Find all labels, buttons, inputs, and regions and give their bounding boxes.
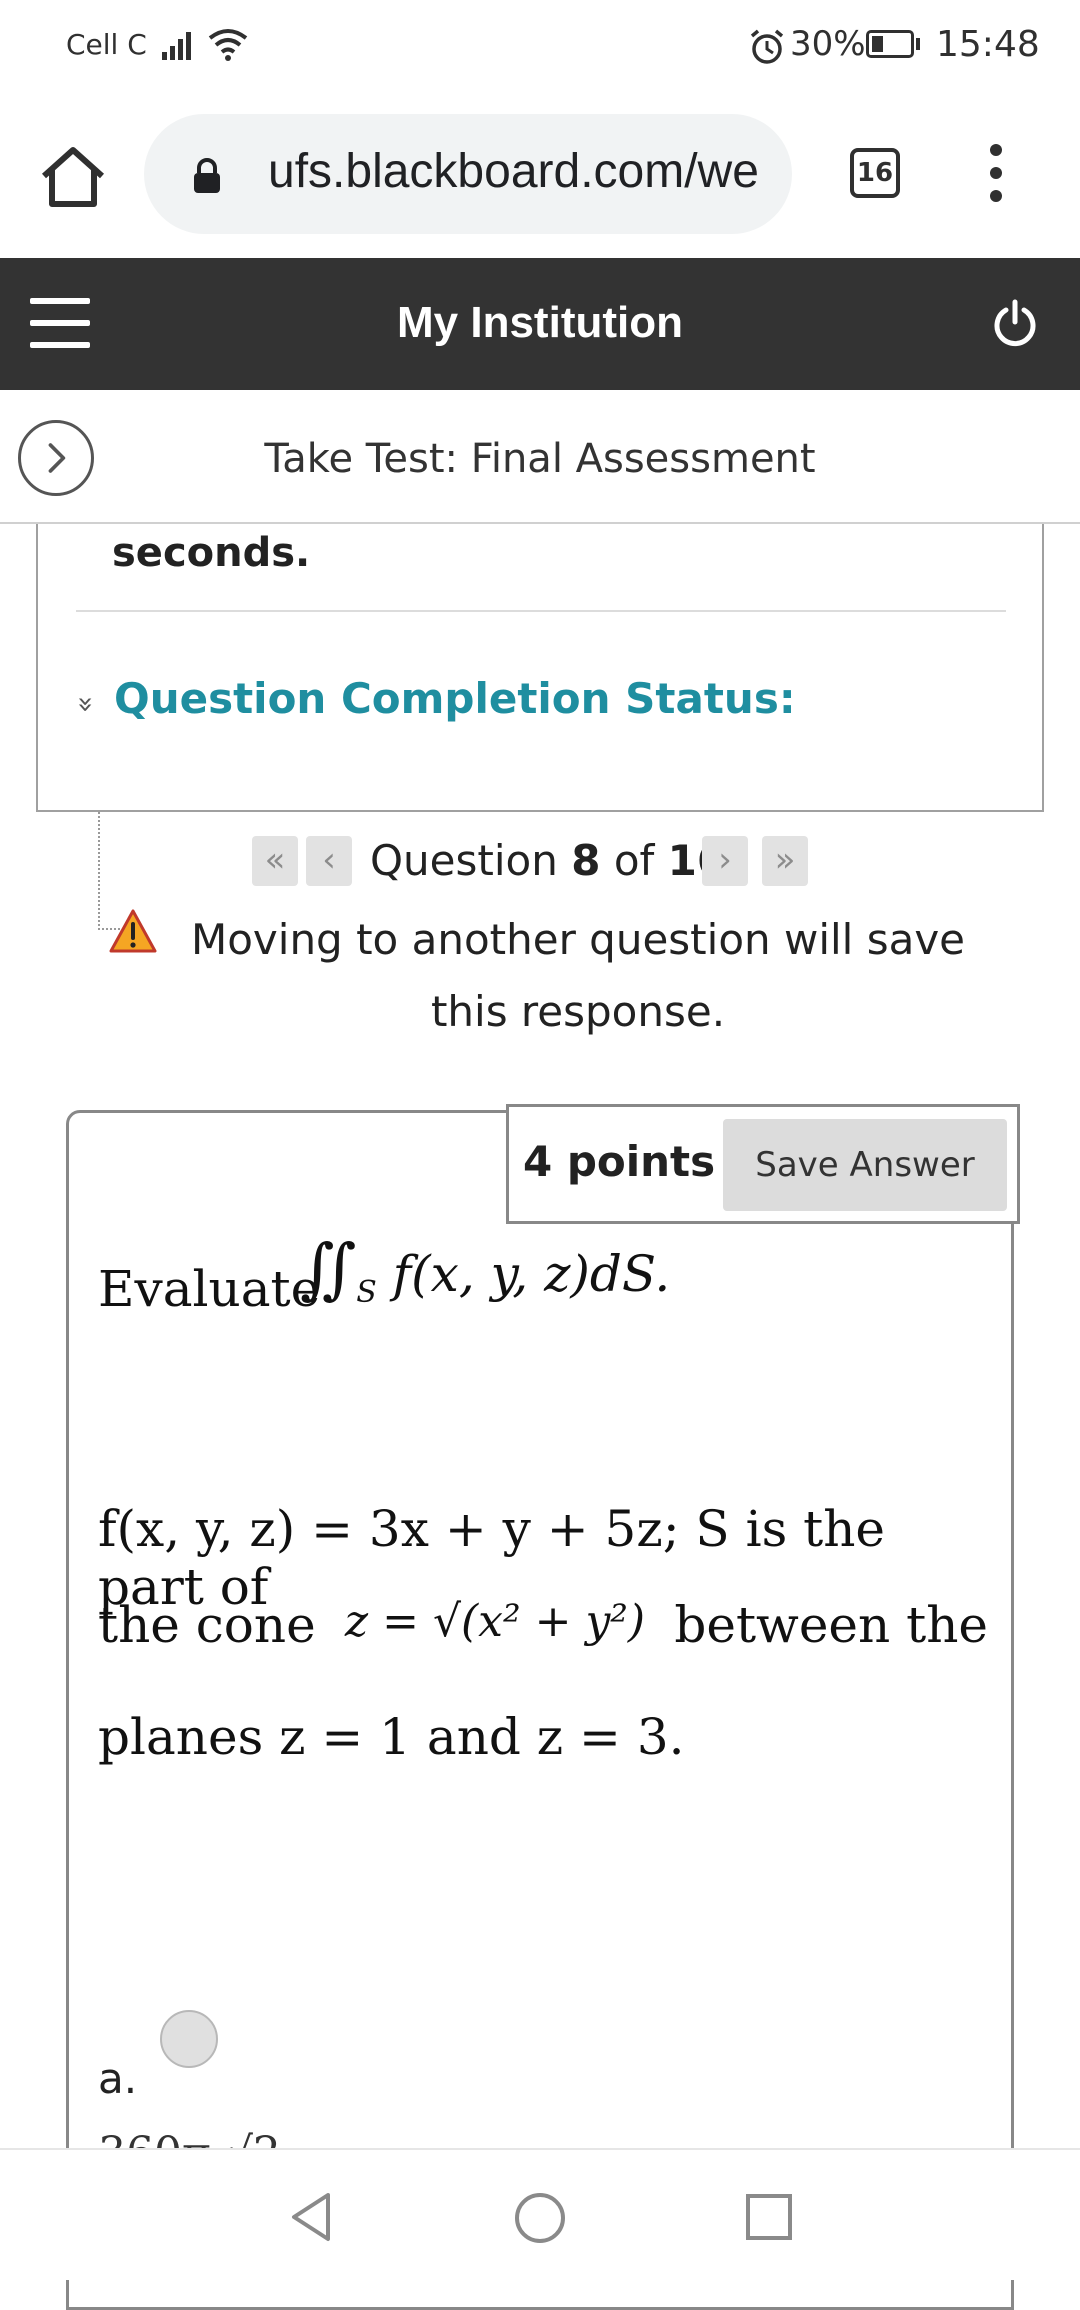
previous-question-button[interactable]: ‹	[306, 836, 352, 886]
clock-time: 15:48	[936, 24, 1040, 65]
connector-line	[98, 812, 102, 930]
problem-cone: the cone z = √(x² + y²) between the	[98, 1596, 988, 1654]
question-counter: Question 8 of 16	[370, 836, 726, 885]
signal-icon	[162, 32, 191, 60]
battery-icon	[866, 30, 914, 58]
question-completion-status-toggle[interactable]: Question Completion Status:	[114, 674, 796, 723]
current-question-number: 8	[571, 836, 601, 885]
power-icon[interactable]	[990, 298, 1040, 350]
points-label: 4 points	[523, 1137, 716, 1186]
answer-a-radio[interactable]	[160, 2010, 218, 2068]
first-question-button[interactable]: «	[252, 836, 298, 886]
integral-sign: ∬	[300, 1230, 357, 1307]
hamburger-menu-icon[interactable]	[30, 298, 90, 348]
timer-text: seconds.	[112, 530, 311, 576]
question-prefix: Question	[370, 836, 558, 885]
institution-title: My Institution	[397, 298, 683, 347]
institution-header: My Institution	[0, 258, 1080, 390]
test-header: Take Test: Final Assessment	[0, 390, 1080, 524]
tab-switcher-button[interactable]: 16	[850, 148, 900, 198]
recents-square-icon[interactable]	[744, 2192, 794, 2242]
alarm-icon	[750, 29, 784, 64]
evaluate-label: Evaluate	[98, 1260, 321, 1318]
lock-icon	[194, 158, 220, 193]
points-header: 4 points Save Answer	[506, 1104, 1020, 1224]
battery-tip	[916, 38, 920, 50]
carrier-name: Cell C	[66, 28, 147, 61]
warning-icon	[109, 909, 157, 953]
test-title: Take Test: Final Assessment	[264, 436, 816, 482]
save-warning-text: Moving to another question will save thi…	[190, 915, 966, 1036]
home-icon[interactable]	[36, 140, 110, 214]
url-bar[interactable]: ufs.blackboard.com/we	[144, 114, 792, 234]
next-question-button[interactable]: ›	[702, 836, 748, 886]
integrand: f(x, y, z)dS.	[392, 1245, 671, 1303]
battery-percentage: 30%	[790, 24, 866, 64]
battery-fill	[872, 36, 883, 52]
url-text[interactable]: ufs.blackboard.com/we	[268, 144, 759, 199]
system-nav-bar	[0, 2148, 1080, 2280]
question-of: of	[613, 836, 655, 885]
more-menu-icon[interactable]	[976, 140, 1016, 206]
chevron-down-icon[interactable]: »	[70, 696, 103, 713]
home-circle-icon[interactable]	[512, 2190, 568, 2246]
between-text: between the	[674, 1596, 988, 1654]
wifi-icon	[208, 29, 248, 61]
integral-subscript: S	[356, 1275, 377, 1310]
surface-integral: ∬S f(x, y, z)dS.	[300, 1230, 670, 1310]
last-question-button[interactable]: »	[762, 836, 808, 886]
save-answer-button[interactable]: Save Answer	[723, 1119, 1007, 1211]
divider	[76, 610, 1006, 612]
back-triangle-icon[interactable]	[286, 2190, 336, 2244]
cone-text: the cone	[98, 1596, 316, 1654]
problem-planes: planes z = 1 and z = 3.	[98, 1708, 685, 1766]
option-a-label: a.	[98, 2054, 138, 2103]
cone-formula: z = √(x² + y²)	[344, 1596, 646, 1647]
test-info-panel: seconds. » Question Completion Status:	[36, 524, 1044, 812]
